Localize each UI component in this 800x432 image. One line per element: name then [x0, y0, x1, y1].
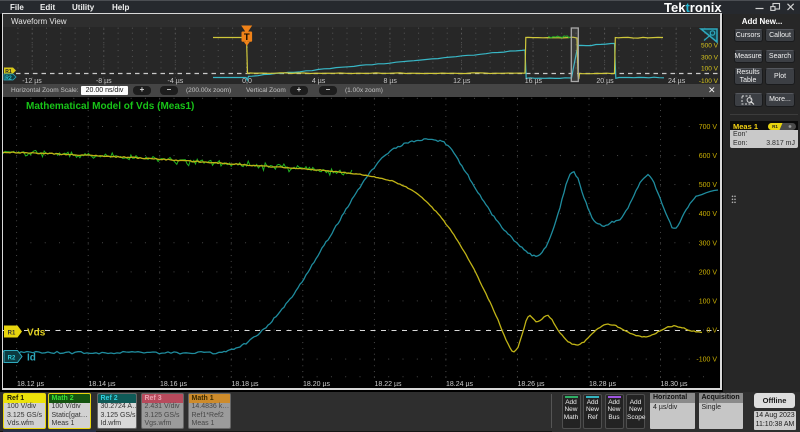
- svg-text:12 µs: 12 µs: [453, 78, 471, 85]
- svg-text:500 V: 500 V: [701, 43, 719, 50]
- svg-text:-12 µs: -12 µs: [22, 78, 42, 85]
- svg-text:Vds: Vds: [27, 328, 46, 339]
- svg-text:R2: R2: [5, 75, 12, 81]
- svg-text:100 V: 100 V: [701, 66, 719, 73]
- svg-text:18.24 µs: 18.24 µs: [446, 381, 473, 387]
- svg-text:18.28 µs: 18.28 µs: [589, 381, 616, 387]
- svg-text:18.12 µs: 18.12 µs: [17, 381, 44, 387]
- svg-text:8 µs: 8 µs: [384, 78, 398, 85]
- svg-text:18.20 µs: 18.20 µs: [303, 381, 330, 387]
- svg-text:0,0: 0,0: [242, 78, 252, 85]
- svg-text:18.14 µs: 18.14 µs: [89, 381, 116, 387]
- svg-text:500 V: 500 V: [699, 182, 718, 189]
- svg-text:300 V: 300 V: [701, 54, 719, 61]
- svg-text:18.30 µs: 18.30 µs: [661, 381, 688, 387]
- svg-text:-100 V: -100 V: [696, 357, 717, 364]
- svg-text:R2: R2: [8, 355, 16, 361]
- svg-text:Id: Id: [27, 353, 36, 364]
- svg-text:18.22 µs: 18.22 µs: [375, 381, 402, 387]
- svg-text:24 µs: 24 µs: [668, 78, 686, 85]
- svg-text:600 V: 600 V: [699, 153, 718, 160]
- svg-text:T: T: [244, 32, 250, 43]
- svg-text:18.18 µs: 18.18 µs: [232, 381, 259, 387]
- svg-text:18.16 µs: 18.16 µs: [160, 381, 187, 387]
- svg-text:R1: R1: [8, 330, 16, 336]
- svg-text:300 V: 300 V: [699, 240, 718, 247]
- svg-text:100 V: 100 V: [699, 298, 718, 305]
- svg-text:R1: R1: [772, 124, 778, 129]
- svg-text:Mathematical Model of Vds (Mea: Mathematical Model of Vds (Meas1): [26, 101, 194, 112]
- svg-text:-4 µs: -4 µs: [168, 78, 184, 85]
- svg-text:16 µs: 16 µs: [525, 78, 543, 85]
- svg-text:200 V: 200 V: [699, 269, 718, 276]
- svg-text:700 V: 700 V: [699, 124, 718, 131]
- svg-text:-8 µs: -8 µs: [96, 78, 112, 85]
- svg-text:400 V: 400 V: [699, 211, 718, 218]
- svg-text:-100 V: -100 V: [699, 78, 719, 85]
- svg-text:18.26 µs: 18.26 µs: [518, 381, 545, 387]
- svg-text:4 µs: 4 µs: [312, 78, 326, 85]
- svg-text:20 µs: 20 µs: [596, 78, 614, 85]
- svg-text:0 V: 0 V: [706, 328, 717, 335]
